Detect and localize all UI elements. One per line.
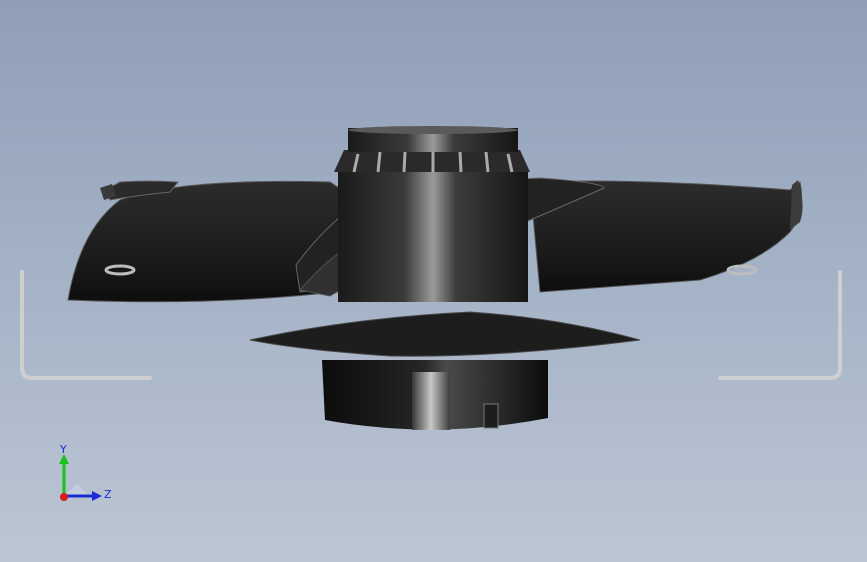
z-axis-arrow xyxy=(92,491,102,501)
z-axis-label: Z xyxy=(104,488,112,501)
x-axis-dot xyxy=(60,493,68,501)
axis-triad: Y Z xyxy=(59,443,112,501)
model-viewport[interactable] xyxy=(0,0,867,562)
y-axis-label: Y xyxy=(59,443,67,456)
fan-guard xyxy=(20,264,842,381)
